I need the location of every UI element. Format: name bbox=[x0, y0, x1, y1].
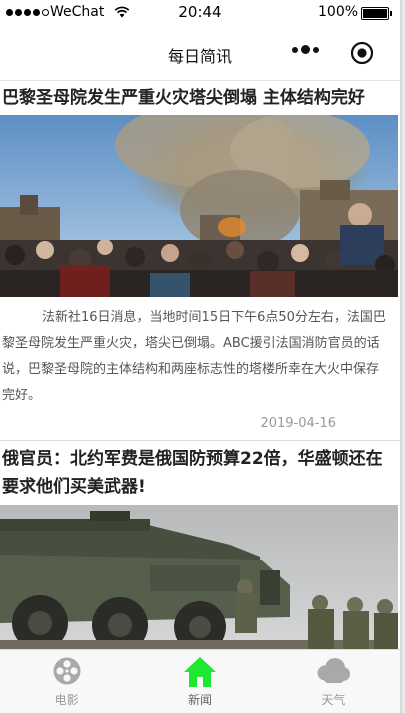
film-reel-icon bbox=[52, 656, 82, 690]
tab-label: 天气 bbox=[321, 693, 346, 707]
news-date: 2019-04-16 bbox=[260, 416, 336, 431]
tab-label: 电影 bbox=[54, 693, 79, 707]
battery-level-fill bbox=[363, 9, 387, 18]
news-photo-armored-vehicle[interactable] bbox=[0, 505, 398, 649]
page-title: 每日简讯 bbox=[167, 47, 232, 66]
window-edge bbox=[400, 0, 405, 713]
home-icon bbox=[183, 656, 217, 692]
news-title[interactable]: 巴黎圣母院发生严重火灾塔尖倒塌 主体结构完好 bbox=[0, 81, 400, 112]
news-feed[interactable]: 巴黎圣母院发生严重火灾塔尖倒塌 主体结构完好 法新社16日消息，当地时间15日下… bbox=[0, 81, 400, 649]
news-title[interactable]: 俄官员：北约军费是俄国防预算22倍，华盛顿还在要求他们买美武器! bbox=[0, 441, 400, 501]
news-card[interactable]: 俄官员：北约军费是俄国防预算22倍，华盛顿还在要求他们买美武器! bbox=[0, 441, 400, 649]
news-photo-notre-dame-fire[interactable] bbox=[0, 103, 398, 297]
tab-weather[interactable]: 天气 bbox=[267, 650, 400, 713]
close-miniprogram-icon[interactable] bbox=[350, 41, 374, 69]
news-summary: 法新社16日消息，当地时间15日下午6点50分左右，法国巴黎圣母院发生严重火灾，… bbox=[2, 310, 386, 403]
more-options-icon[interactable] bbox=[292, 45, 319, 54]
news-card[interactable]: 巴黎圣母院发生严重火灾塔尖倒塌 主体结构完好 法新社16日消息，当地时间15日下… bbox=[0, 81, 400, 441]
battery-icon bbox=[361, 7, 392, 20]
tab-bar: 电影 新闻 天气 bbox=[0, 649, 400, 713]
battery-percent: 100% bbox=[318, 4, 359, 20]
tab-label: 新闻 bbox=[187, 693, 212, 707]
status-bar: WeChat 20:44 100% bbox=[0, 0, 400, 26]
miniprogram-screen: WeChat 20:44 100% 每日简讯 巴黎圣母院发生严重火灾塔尖倒塌 主… bbox=[0, 0, 400, 713]
tab-movies[interactable]: 电影 bbox=[0, 650, 133, 713]
cloud-icon bbox=[315, 656, 351, 690]
tab-news[interactable]: 新闻 bbox=[133, 650, 266, 713]
navigation-bar: 每日简讯 bbox=[0, 26, 400, 81]
